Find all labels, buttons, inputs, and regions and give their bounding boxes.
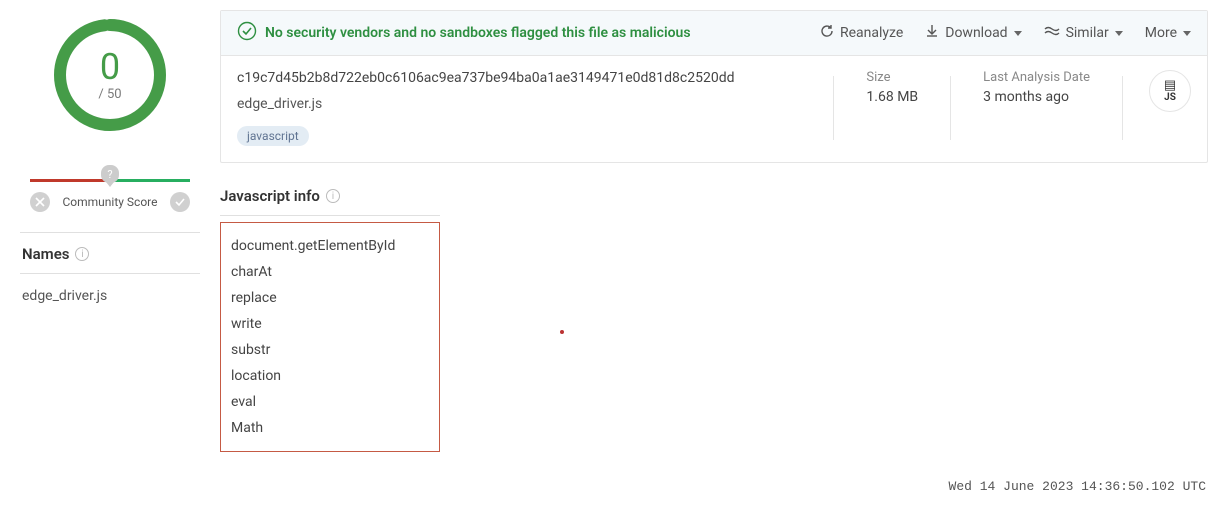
reanalyze-button[interactable]: Reanalyze bbox=[820, 24, 903, 42]
last-analysis-label: Last Analysis Date bbox=[983, 70, 1090, 85]
chevron-down-icon bbox=[1014, 31, 1022, 36]
names-header: Names bbox=[22, 245, 69, 263]
jsinfo-box: document.getElementById charAt replace w… bbox=[220, 222, 440, 452]
list-item: location bbox=[231, 363, 429, 389]
list-item: eval bbox=[231, 389, 429, 415]
info-icon[interactable]: i bbox=[75, 247, 89, 261]
file-hash: c19c7d45b2b8d722eb0c6106ac9ea737be94ba0a… bbox=[237, 70, 813, 86]
community-marker-icon: ? bbox=[99, 155, 121, 183]
banner-text: No security vendors and no sandboxes fla… bbox=[265, 25, 691, 41]
names-list: edge_driver.js bbox=[20, 274, 200, 318]
chevron-down-icon bbox=[1183, 31, 1191, 36]
check-circle-icon bbox=[237, 21, 257, 45]
red-dot-decoration bbox=[560, 330, 564, 334]
score-value: 0 bbox=[100, 49, 120, 85]
tag-javascript[interactable]: javascript bbox=[237, 126, 309, 146]
list-item: Math bbox=[231, 415, 429, 441]
chevron-down-icon bbox=[1115, 31, 1123, 36]
last-analysis-value: 3 months ago bbox=[983, 89, 1090, 105]
download-icon bbox=[925, 24, 939, 42]
community-check-icon[interactable] bbox=[170, 192, 190, 212]
similar-button[interactable]: Similar bbox=[1044, 24, 1123, 42]
list-item: document.getElementById bbox=[231, 233, 429, 259]
jsinfo-header: Javascript info bbox=[220, 187, 320, 205]
download-button[interactable]: Download bbox=[925, 24, 1021, 42]
size-value: 1.68 MB bbox=[866, 89, 918, 105]
score-total: / 50 bbox=[98, 87, 121, 102]
community-minus-icon[interactable] bbox=[30, 192, 50, 212]
list-item: edge_driver.js bbox=[22, 284, 198, 308]
info-icon[interactable]: i bbox=[326, 189, 340, 203]
detection-score: 0 / 50 bbox=[50, 15, 170, 135]
list-item: replace bbox=[231, 285, 429, 311]
list-item: write bbox=[231, 311, 429, 337]
file-name: edge_driver.js bbox=[237, 96, 813, 112]
more-button[interactable]: More bbox=[1145, 25, 1191, 41]
list-item: substr bbox=[231, 337, 429, 363]
filetype-icon: ▤ JS bbox=[1149, 70, 1191, 112]
footer-timestamp: Wed 14 June 2023 14:36:50.102 UTC bbox=[949, 479, 1206, 494]
similar-icon bbox=[1044, 24, 1060, 42]
size-label: Size bbox=[866, 70, 918, 85]
community-score-label: Community Score bbox=[62, 195, 157, 209]
list-item: charAt bbox=[231, 259, 429, 285]
refresh-icon bbox=[820, 24, 834, 42]
